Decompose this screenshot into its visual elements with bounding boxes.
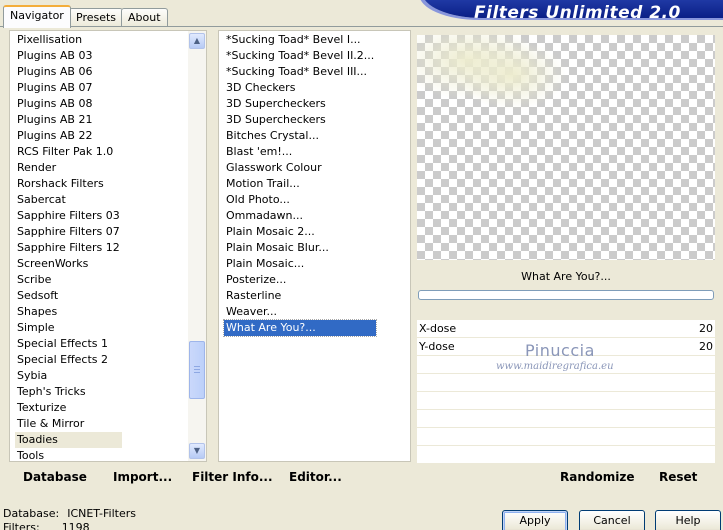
filter-item[interactable]: Bitches Crystal... <box>224 128 376 144</box>
category-item[interactable]: Plugins AB 22 <box>15 128 122 144</box>
status-database: Database: ICNET-Filters <box>3 507 136 521</box>
category-item[interactable]: Teph's Tricks <box>15 384 122 400</box>
param-value: 20 <box>699 322 713 335</box>
logo-text: Filters Unlimited 2.0 <box>474 3 681 18</box>
scroll-up-arrow-icon[interactable]: ▲ <box>189 33 205 49</box>
category-item[interactable]: Tools <box>15 448 122 461</box>
category-item[interactable]: Sabercat <box>15 192 122 208</box>
status-filters-value: 1198 <box>61 521 90 530</box>
filter-item[interactable]: Ommadawn... <box>224 208 376 224</box>
category-item[interactable]: Scribe <box>15 272 122 288</box>
grip-line <box>194 366 200 367</box>
status-database-value: ICNET-Filters <box>67 507 136 520</box>
param-row[interactable]: X-dose 20 <box>417 320 715 338</box>
category-item[interactable]: Sapphire Filters 03 <box>15 208 122 224</box>
category-item[interactable]: RCS Filter Pak 1.0 <box>15 144 122 160</box>
category-item[interactable]: Render <box>15 160 122 176</box>
param-row[interactable] <box>417 374 715 392</box>
apply-button[interactable]: Apply <box>502 510 568 530</box>
database-button[interactable]: Database <box>23 470 87 484</box>
filter-items: *Sucking Toad* Bevel I... *Sucking Toad* … <box>222 32 378 337</box>
param-row[interactable] <box>417 428 715 446</box>
param-row[interactable] <box>417 392 715 410</box>
tab-presets[interactable]: Presets <box>69 8 124 27</box>
filter-info-button[interactable]: Filter Info... <box>192 470 273 484</box>
category-item[interactable]: Plugins AB 03 <box>15 48 122 64</box>
filter-item[interactable]: Glasswork Colour <box>224 160 376 176</box>
category-item[interactable]: Shapes <box>15 304 122 320</box>
status-filters-label: Filters: <box>3 521 40 530</box>
tab-about[interactable]: About <box>121 8 168 27</box>
watermark-site: www.maidiregrafica.eu <box>496 361 614 372</box>
param-row[interactable] <box>417 446 715 464</box>
tab-divider <box>0 26 723 27</box>
category-item[interactable]: Special Effects 1 <box>15 336 122 352</box>
status-database-label: Database: <box>3 507 60 520</box>
category-item[interactable]: Special Effects 2 <box>15 352 122 368</box>
filter-item[interactable]: Motion Trail... <box>224 176 376 192</box>
filter-item[interactable]: Posterize... <box>224 272 376 288</box>
param-label: X-dose <box>419 322 457 335</box>
category-item[interactable]: Sybia <box>15 368 122 384</box>
filter-item[interactable]: Old Photo... <box>224 192 376 208</box>
category-list[interactable]: Pixellisation Plugins AB 03 Plugins AB 06 P… <box>9 30 207 462</box>
watermark-name: Pinuccia <box>525 341 595 360</box>
category-item[interactable]: Sapphire Filters 12 <box>15 240 122 256</box>
category-item[interactable]: Plugins AB 08 <box>15 96 122 112</box>
filter-item[interactable]: Plain Mosaic... <box>224 256 376 272</box>
filter-item[interactable]: Plain Mosaic Blur... <box>224 240 376 256</box>
category-item[interactable]: Pixellisation <box>15 32 122 48</box>
filter-item[interactable]: What Are You?... <box>222 319 378 337</box>
param-label: Y-dose <box>419 340 455 353</box>
filter-item[interactable]: Rasterline <box>224 288 376 304</box>
grip-line <box>194 372 200 373</box>
help-button[interactable]: Help <box>655 510 721 530</box>
filter-item[interactable]: Plain Mosaic 2... <box>224 224 376 240</box>
category-item[interactable]: Texturize <box>15 400 122 416</box>
scroll-down-arrow-icon[interactable]: ▼ <box>189 443 205 459</box>
param-value: 20 <box>699 340 713 353</box>
filter-item[interactable]: 3D Supercheckers <box>224 96 376 112</box>
filter-item[interactable]: Blast 'em!... <box>224 144 376 160</box>
category-item[interactable]: Sapphire Filters 07 <box>15 224 122 240</box>
filter-item[interactable]: *Sucking Toad* Bevel III... <box>224 64 376 80</box>
filter-item[interactable]: 3D Checkers <box>224 80 376 96</box>
category-item[interactable]: Simple <box>15 320 122 336</box>
category-item[interactable]: Toadies <box>15 432 122 448</box>
category-item[interactable]: Plugins AB 21 <box>15 112 122 128</box>
category-item[interactable]: Sedsoft <box>15 288 122 304</box>
status-area: Database: ICNET-Filters Filters: 1198 <box>3 507 136 530</box>
filter-list[interactable]: *Sucking Toad* Bevel I... *Sucking Toad* … <box>218 30 411 462</box>
selected-filter-name: What Are You?... <box>521 270 611 283</box>
progress-bar <box>418 290 714 300</box>
category-item[interactable]: Plugins AB 06 <box>15 64 122 80</box>
filter-item[interactable]: 3D Supercheckers <box>224 112 376 128</box>
reset-button[interactable]: Reset <box>659 470 697 484</box>
category-items: Pixellisation Plugins AB 03 Plugins AB 06 P… <box>15 32 122 461</box>
grip-line <box>194 369 200 370</box>
category-scrollbar[interactable]: ▲ ▼ <box>188 31 206 461</box>
category-item[interactable]: Rorshack Filters <box>15 176 122 192</box>
filter-item[interactable]: *Sucking Toad* Bevel II.2... <box>224 48 376 64</box>
preview-canvas[interactable] <box>417 35 715 260</box>
preview-shape <box>457 40 567 110</box>
app-logo: Filters Unlimited 2.0 <box>422 0 723 18</box>
cancel-button[interactable]: Cancel <box>579 510 645 530</box>
status-filters: Filters: 1198 <box>3 521 136 530</box>
filter-item[interactable]: *Sucking Toad* Bevel I... <box>224 32 376 48</box>
randomize-button[interactable]: Randomize <box>560 470 634 484</box>
import-button[interactable]: Import... <box>113 470 172 484</box>
bottom-toolbar: Database Import... Filter Info... Editor… <box>0 470 723 490</box>
tab-navigator[interactable]: Navigator <box>3 5 71 28</box>
category-item[interactable]: Plugins AB 07 <box>15 80 122 96</box>
scrollbar-thumb[interactable] <box>189 341 205 399</box>
category-item[interactable]: Tile & Mirror <box>15 416 122 432</box>
param-row[interactable] <box>417 410 715 428</box>
category-item[interactable]: ScreenWorks <box>15 256 122 272</box>
filter-item[interactable]: Weaver... <box>224 304 376 320</box>
editor-button[interactable]: Editor... <box>289 470 342 484</box>
